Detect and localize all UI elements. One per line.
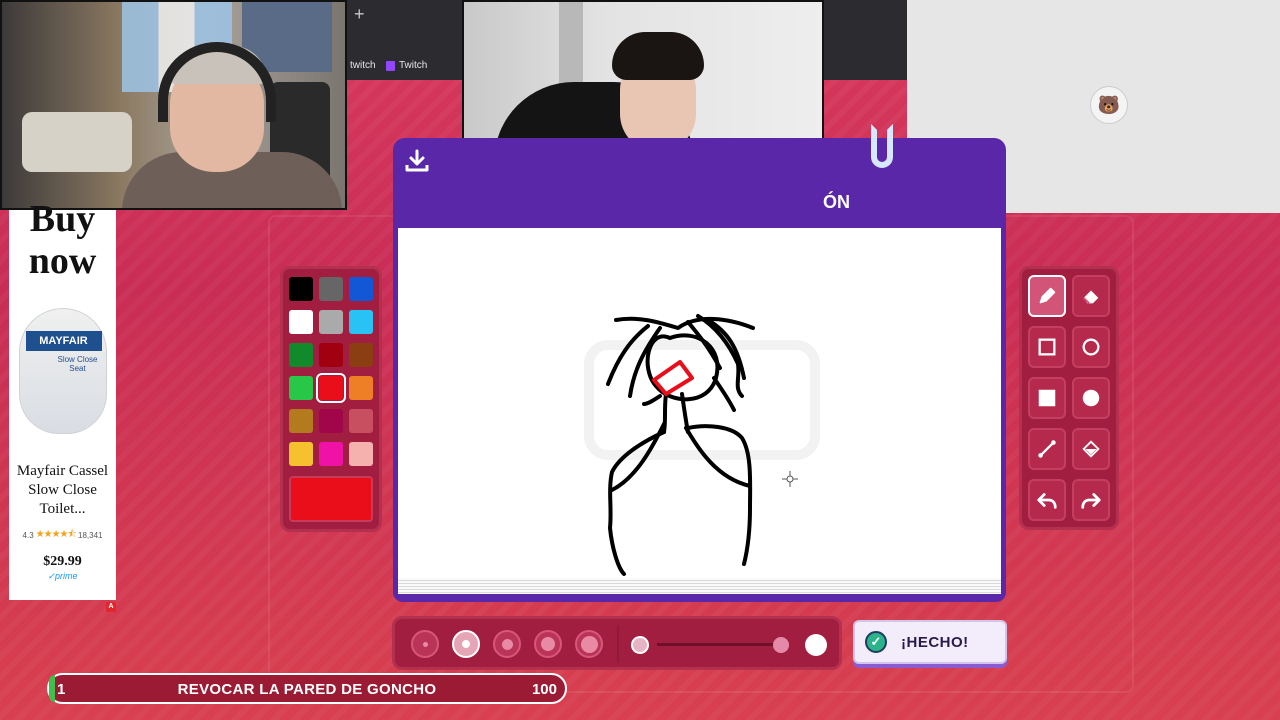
brush-size-button[interactable] <box>452 630 480 658</box>
color-palette <box>280 266 382 532</box>
tool-line-button[interactable] <box>1028 428 1066 470</box>
browser-tab-twitch[interactable]: twitch <box>350 60 376 71</box>
prime-badge: ✓prime <box>47 571 78 581</box>
color-swatch[interactable] <box>319 442 343 466</box>
paint-bucket-icon <box>1082 440 1100 458</box>
color-swatch[interactable] <box>316 373 346 403</box>
tool-pencil-button[interactable] <box>1028 275 1066 317</box>
brush-size-button[interactable] <box>534 630 562 658</box>
color-swatch[interactable] <box>289 376 313 400</box>
circle-outline-icon <box>1082 338 1100 356</box>
tool-fill-bucket-button[interactable] <box>1072 428 1110 470</box>
browser-tab-label: Twitch <box>399 60 428 71</box>
rating-value: 4.3 <box>22 531 34 540</box>
color-swatch[interactable] <box>319 343 343 367</box>
tool-filled-rectangle-button[interactable] <box>1028 377 1066 419</box>
color-swatch[interactable] <box>319 409 343 433</box>
undo-icon <box>1037 493 1057 509</box>
tool-rectangle-button[interactable] <box>1028 326 1066 368</box>
new-tab-button[interactable]: + <box>354 4 365 25</box>
tool-redo-button[interactable] <box>1072 479 1110 521</box>
brush-size-button[interactable] <box>493 630 521 658</box>
checkmark-icon: ✓ <box>865 631 887 653</box>
brush-size-button[interactable] <box>411 630 439 658</box>
tool-undo-button[interactable] <box>1028 479 1066 521</box>
brush-settings-bar <box>392 616 842 670</box>
brush-size-button[interactable] <box>575 630 603 658</box>
redo-icon <box>1081 493 1101 509</box>
color-swatch[interactable] <box>319 277 343 301</box>
done-button-label: ¡HECHO! <box>901 633 969 651</box>
tool-panel <box>1019 266 1119 530</box>
opacity-min-icon <box>631 636 649 654</box>
ad-rating: 4.3 ★★★★⯪ 18,341 <box>9 527 116 544</box>
browser-tab-twitch-2[interactable]: Twitch <box>386 60 427 71</box>
current-color-preview <box>289 476 373 522</box>
ad-brand: MAYFAIR <box>25 331 102 351</box>
color-swatch[interactable] <box>349 409 373 433</box>
brush-dot-icon <box>462 640 470 648</box>
brush-dot-icon <box>541 637 555 651</box>
product-image: MAYFAIR Slow Close Seat <box>18 308 107 434</box>
tool-eraser-button[interactable] <box>1072 275 1110 317</box>
hook-icon <box>871 124 893 168</box>
color-swatch[interactable] <box>349 442 373 466</box>
ad-headline: Buy now <box>28 198 97 282</box>
prompt-title: ÓN <box>823 192 850 212</box>
ad-price: $29.99 <box>43 554 82 569</box>
color-swatch[interactable] <box>289 343 313 367</box>
notebook-pages <box>398 578 1001 594</box>
ad-product-name[interactable]: Mayfair Cassel Slow Close Toilet... <box>9 462 116 519</box>
brush-dot-icon <box>580 635 598 653</box>
adchoices-icon[interactable]: A <box>106 602 116 612</box>
goal-title: REVOCAR LA PARED DE GONCHO <box>177 681 437 698</box>
line-icon <box>1038 440 1056 458</box>
amazon-ad[interactable]: Buy now MAYFAIR Slow Close Seat Mayfair … <box>9 198 116 600</box>
crosshair-icon <box>782 471 798 487</box>
color-swatch[interactable] <box>319 310 343 334</box>
color-swatch[interactable] <box>289 409 313 433</box>
color-swatch[interactable] <box>289 442 313 466</box>
opacity-slider-handle[interactable] <box>772 637 789 653</box>
opacity-max-icon <box>805 634 827 656</box>
color-swatch[interactable] <box>349 277 373 301</box>
webcam-left <box>0 0 347 210</box>
twitch-icon <box>386 60 395 71</box>
tool-ellipse-button[interactable] <box>1072 326 1110 368</box>
stream-goal-bar: 1 REVOCAR LA PARED DE GONCHO 100 <box>47 673 567 704</box>
color-swatch[interactable] <box>289 310 313 334</box>
drawing-panel-header: ÓN <box>393 124 1006 228</box>
review-count: 18,341 <box>78 531 103 540</box>
pencil-icon <box>1039 287 1056 304</box>
eraser-icon <box>1083 290 1099 304</box>
color-swatch[interactable] <box>349 310 373 334</box>
brush-dot-icon <box>422 641 428 647</box>
goal-target: 100 <box>531 681 557 698</box>
avatar: 🐻 <box>1090 86 1128 124</box>
color-swatch[interactable] <box>349 376 373 400</box>
ad-brand-subtitle: Slow Close Seat <box>57 355 98 373</box>
square-outline-icon <box>1038 338 1056 356</box>
color-swatch[interactable] <box>289 277 313 301</box>
color-swatch[interactable] <box>349 343 373 367</box>
brush-dot-icon <box>501 638 513 650</box>
user-drawing <box>606 314 755 576</box>
square-filled-icon <box>1038 389 1056 407</box>
circle-filled-icon <box>1082 389 1100 407</box>
tool-filled-ellipse-button[interactable] <box>1072 377 1110 419</box>
opacity-slider[interactable] <box>657 643 787 646</box>
star-rating-icon: ★★★★⯪ <box>35 529 77 540</box>
download-icon[interactable] <box>403 148 431 174</box>
done-button[interactable]: ✓ ¡HECHO! <box>853 620 1007 664</box>
